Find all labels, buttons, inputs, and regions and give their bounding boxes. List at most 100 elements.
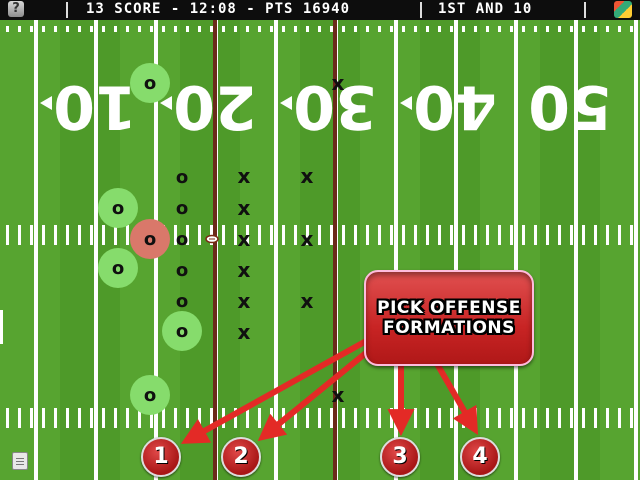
defense-player: x — [238, 320, 251, 344]
hash-mark — [234, 26, 237, 32]
hash-mark — [366, 225, 369, 245]
hash-mark — [306, 408, 309, 428]
hash-mark — [102, 225, 105, 245]
hash-mark — [606, 225, 609, 245]
hash-mark — [102, 26, 105, 32]
game-center-icon[interactable] — [614, 1, 632, 18]
quarterback[interactable]: o — [144, 229, 156, 250]
hash-mark — [210, 26, 213, 32]
hash-mark — [354, 408, 357, 428]
hash-mark — [102, 408, 105, 428]
offense-player[interactable]: o — [176, 198, 188, 219]
hash-mark — [54, 408, 57, 428]
hash-mark — [30, 408, 33, 428]
hash-mark — [30, 225, 33, 245]
offense-player[interactable]: o — [176, 167, 188, 188]
formation-button-3[interactable]: 3 — [380, 437, 420, 477]
hash-mark — [246, 26, 249, 32]
offense-player[interactable]: o — [144, 385, 156, 406]
help-button[interactable]: ? — [8, 1, 24, 17]
hash-mark — [438, 26, 441, 32]
hash-mark — [294, 26, 297, 32]
hash-mark — [558, 408, 561, 428]
hash-mark — [582, 26, 585, 32]
offense-player[interactable]: o — [112, 198, 124, 219]
hash-mark — [234, 408, 237, 428]
hash-mark — [450, 26, 453, 32]
hash-mark — [498, 225, 501, 245]
playbook-icon[interactable] — [12, 452, 28, 470]
hash-mark — [522, 225, 525, 245]
hash-mark — [54, 26, 57, 32]
offense-player[interactable]: o — [176, 260, 188, 281]
hash-mark — [42, 26, 45, 32]
hash-mark — [150, 26, 153, 32]
hash-mark — [402, 26, 405, 32]
football — [205, 234, 219, 244]
defense-player: x — [238, 289, 251, 313]
hash-mark — [534, 225, 537, 245]
hash-mark — [66, 408, 69, 428]
divider — [420, 2, 422, 18]
offense-player[interactable]: o — [176, 321, 188, 342]
hash-mark — [258, 408, 261, 428]
center[interactable]: o — [176, 229, 188, 250]
hash-mark — [618, 26, 621, 32]
offense-player[interactable]: o — [112, 258, 124, 279]
hash-mark — [402, 408, 405, 428]
direction-arrow — [400, 96, 412, 110]
hash-mark — [486, 26, 489, 32]
hash-mark — [630, 408, 633, 428]
hash-mark — [474, 26, 477, 32]
score-clock-readout: 13 SCORE - 12:08 - PTS 16940 — [86, 1, 351, 17]
defense-player: x — [238, 196, 251, 220]
hash-mark — [318, 26, 321, 32]
defense-player: x — [238, 164, 251, 188]
hash-mark — [66, 225, 69, 245]
hash-mark — [18, 225, 21, 245]
hash-mark — [90, 26, 93, 32]
hash-mark — [42, 408, 45, 428]
hash-mark — [570, 225, 573, 245]
hash-mark — [474, 225, 477, 245]
hash-mark — [246, 408, 249, 428]
tutorial-callout: PICK OFFENSE FORMATIONS — [364, 270, 534, 366]
offense-player[interactable]: o — [144, 73, 156, 94]
hash-mark — [222, 408, 225, 428]
hash-mark — [462, 225, 465, 245]
formation-button-1[interactable]: 1 — [141, 437, 181, 477]
hash-mark — [282, 225, 285, 245]
formation-button-2[interactable]: 2 — [221, 437, 261, 477]
yard-numbers: 10 20 30 40 50 — [40, 71, 612, 141]
hash-mark — [414, 26, 417, 32]
divider — [66, 2, 68, 18]
yard-number-40: 40 — [413, 71, 497, 141]
hash-mark — [222, 26, 225, 32]
hash-mark — [234, 225, 237, 245]
hash-mark — [162, 26, 165, 32]
defense-player: x — [301, 227, 314, 251]
hash-mark — [486, 225, 489, 245]
hash-mark — [270, 225, 273, 245]
hash-mark — [546, 26, 549, 32]
hash-mark — [390, 225, 393, 245]
offense-player[interactable]: o — [176, 291, 188, 312]
hash-mark — [126, 225, 129, 245]
hash-mark — [414, 225, 417, 245]
defense-player: x — [332, 383, 345, 407]
hash-mark — [162, 408, 165, 428]
hash-mark — [282, 408, 285, 428]
hash-mark — [582, 225, 585, 245]
hash-mark — [606, 26, 609, 32]
hash-mark — [186, 408, 189, 428]
hash-mark — [366, 26, 369, 32]
formation-button-4[interactable]: 4 — [460, 437, 500, 477]
hash-mark — [630, 225, 633, 245]
hash-mark — [462, 408, 465, 428]
hash-mark — [558, 26, 561, 32]
hash-mark — [270, 408, 273, 428]
hash-mark — [606, 408, 609, 428]
hash-mark — [330, 408, 333, 428]
hash-mark — [294, 408, 297, 428]
hash-mark — [42, 225, 45, 245]
